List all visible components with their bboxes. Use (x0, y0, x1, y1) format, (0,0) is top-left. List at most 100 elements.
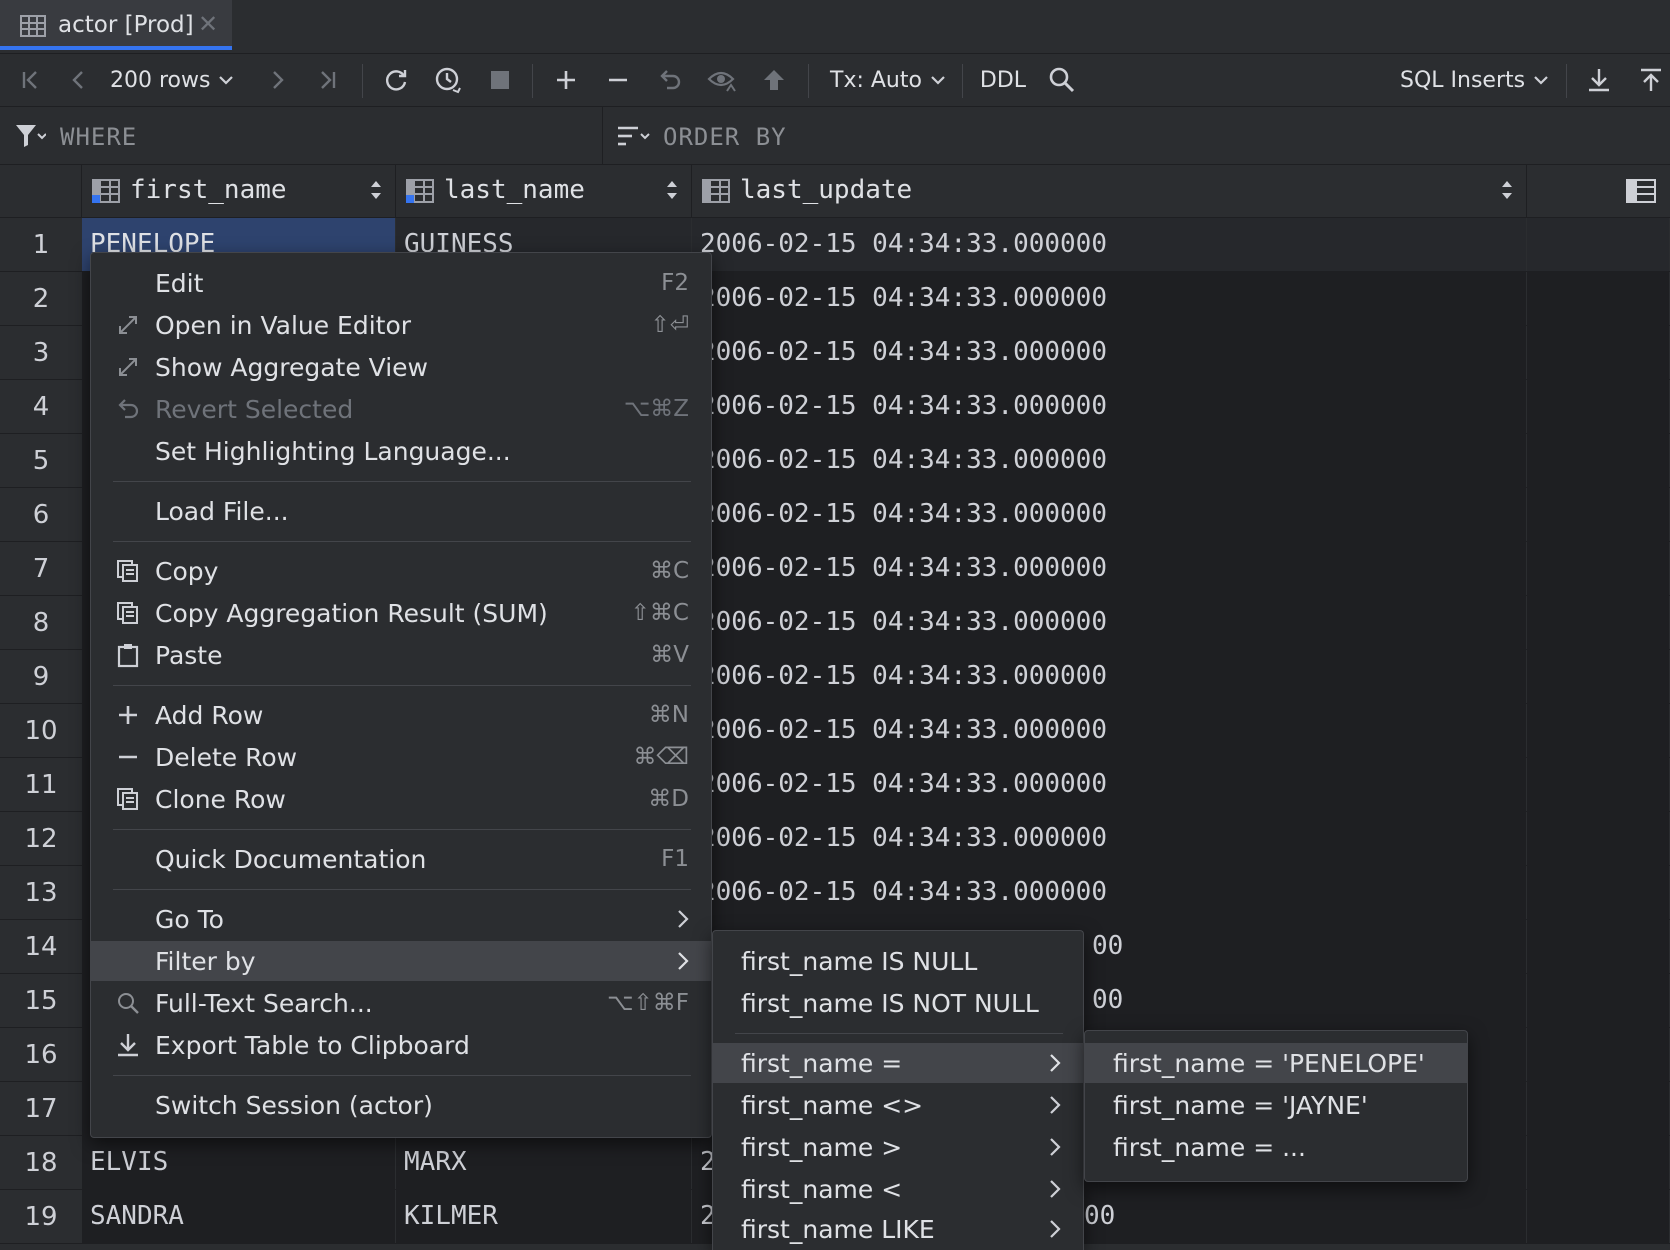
cell-last-update[interactable]: 2006-02-15 04:34:33.000000 (692, 650, 1527, 703)
filter-icon[interactable] (14, 123, 46, 149)
menu-item-quick-documentation[interactable]: Quick Documentation F1 (91, 839, 711, 879)
submenu-item-greater-than[interactable]: first_name > (713, 1127, 1083, 1167)
row-number: 10 (0, 704, 83, 757)
menu-item-label: Paste (155, 641, 223, 670)
stop-icon[interactable] (482, 54, 518, 106)
cell-last-update[interactable]: 2006-02-15 04:34:33.000000 (692, 434, 1527, 487)
cell-last-update[interactable]: 2006-02-15 04:34:33.000000 (692, 488, 1527, 541)
menu-item-add-row[interactable]: Add Row ⌘N (91, 695, 711, 735)
refresh-icon[interactable] (378, 54, 414, 106)
menu-item-delete-row[interactable]: Delete Row ⌘⌫ (91, 737, 711, 777)
submenu-item-less-than[interactable]: first_name < (713, 1169, 1083, 1209)
menu-item-label: Quick Documentation (155, 845, 427, 874)
last-page-icon[interactable] (310, 54, 344, 106)
row-number: 16 (0, 1028, 83, 1081)
menu-item-label: first_name = ... (1113, 1133, 1306, 1162)
cell-last-update[interactable]: 2006-02-15 04:34:33.000000 (692, 380, 1527, 433)
column-header-last-name[interactable]: last_name (396, 165, 692, 217)
submenu-item-like[interactable]: first_name LIKE (713, 1209, 1083, 1249)
menu-item-load-file[interactable]: Load File... (91, 491, 711, 531)
cell-last-update[interactable]: 2006-02-15 04:34:33.000000 (692, 542, 1527, 595)
first-page-icon[interactable] (14, 54, 48, 106)
search-icon[interactable] (1044, 54, 1080, 106)
order-by-input[interactable]: ORDER BY (663, 123, 787, 151)
submenu-item-is-not-null[interactable]: first_name IS NOT NULL (713, 983, 1083, 1023)
menu-item-edit[interactable]: Edit F2 (91, 263, 711, 303)
menu-item-filter-by[interactable]: Filter by (91, 941, 711, 981)
menu-separator (113, 889, 691, 890)
menu-item-go-to[interactable]: Go To (91, 899, 711, 939)
column-header-first-name[interactable]: first_name (82, 165, 396, 217)
copy-icon (117, 560, 138, 582)
menu-item-paste[interactable]: Paste ⌘V (91, 635, 711, 675)
row-number: 15 (0, 974, 83, 1027)
submenu-item-equals-custom[interactable]: first_name = ... (1085, 1127, 1467, 1167)
sort-toggle-icon[interactable] (1500, 177, 1514, 203)
cell-last-update[interactable]: 2006-02-15 04:34:33.000000 (692, 218, 1527, 271)
cell-last-update[interactable]: 2006-02-15 04:34:33.000000 (692, 758, 1527, 811)
cell-last-update[interactable]: 2006-02-15 04:34:33.000000 (692, 272, 1527, 325)
cell-empty (1527, 812, 1670, 865)
submenu-item-not-equals[interactable]: first_name <> (713, 1085, 1083, 1125)
editor-tab-bar: actor [Prod] ✕ (0, 0, 1670, 54)
row-number: 2 (0, 272, 83, 325)
sort-toggle-icon[interactable] (665, 177, 679, 203)
menu-item-open-in-value-editor[interactable]: Open in Value Editor ⇧⏎ (91, 305, 711, 345)
transaction-mode-dropdown[interactable]: Tx: Auto (830, 54, 946, 106)
previous-page-icon[interactable] (64, 54, 94, 106)
menu-item-copy[interactable]: Copy ⌘C (91, 551, 711, 591)
submenu-item-equals[interactable]: first_name = (713, 1043, 1083, 1083)
row-number: 6 (0, 488, 83, 541)
cell-last-update[interactable]: 2006-02-15 04:34:33.000000 (692, 812, 1527, 865)
menu-item-shortcut: ⌘⌫ (633, 744, 689, 770)
cell-last-update[interactable]: 2006-02-15 04:34:33.000000 (692, 596, 1527, 649)
upload-icon[interactable] (1634, 54, 1668, 106)
revert-icon[interactable] (652, 54, 688, 106)
cell-first-name[interactable]: ELVIS (82, 1136, 396, 1189)
row-number: 14 (0, 920, 83, 973)
add-row-icon[interactable] (548, 54, 584, 106)
submenu-item-is-null[interactable]: first_name IS NULL (713, 941, 1083, 981)
cell-empty (1527, 704, 1670, 757)
where-filter-input[interactable]: WHERE (60, 123, 137, 151)
layout-icon[interactable] (1626, 179, 1656, 203)
toolbar-separator (1566, 64, 1567, 98)
next-page-icon[interactable] (262, 54, 292, 106)
cell-empty (1527, 1082, 1670, 1135)
menu-item-set-highlighting-language[interactable]: Set Highlighting Language... (91, 431, 711, 471)
menu-separator (113, 481, 691, 482)
ddl-button[interactable]: DDL (978, 54, 1028, 106)
menu-item-label: Full-Text Search... (155, 989, 373, 1018)
tab-actor-prod[interactable]: actor [Prod] ✕ (0, 0, 232, 50)
menu-item-switch-session[interactable]: Switch Session (actor) (91, 1085, 711, 1125)
cell-last-update[interactable]: 2006-02-15 04:34:33.000000 (692, 866, 1527, 919)
delete-row-icon[interactable] (600, 54, 636, 106)
menu-item-export-table-to-clipboard[interactable]: Export Table to Clipboard (91, 1025, 711, 1065)
submenu-item-equals-jayne[interactable]: first_name = 'JAYNE' (1085, 1085, 1467, 1125)
sort-toggle-icon[interactable] (369, 177, 383, 203)
cell-last-name[interactable]: KILMER (396, 1190, 692, 1243)
menu-item-label: first_name = 'PENELOPE' (1113, 1049, 1425, 1078)
menu-item-clone-row[interactable]: Clone Row ⌘D (91, 779, 711, 819)
download-icon[interactable] (1582, 54, 1616, 106)
sort-icon[interactable] (616, 125, 650, 147)
close-icon[interactable]: ✕ (198, 10, 218, 38)
column-header-last-update[interactable]: last_update (692, 165, 1527, 217)
menu-item-copy-aggregation-result[interactable]: Copy Aggregation Result (SUM) ⇧⌘C (91, 593, 711, 633)
cell-last-update[interactable]: 2006-02-15 04:34:33.000000 (692, 704, 1527, 757)
row-number: 12 (0, 812, 83, 865)
cell-first-name[interactable]: SANDRA (82, 1190, 396, 1243)
preview-changes-icon[interactable] (704, 54, 740, 106)
page-size-dropdown[interactable]: 200 rows (110, 54, 244, 106)
menu-item-full-text-search[interactable]: Full-Text Search... ⌥⇧⌘F (91, 983, 711, 1023)
cell-last-name[interactable]: MARX (396, 1136, 692, 1189)
menu-item-label: Export Table to Clipboard (155, 1031, 470, 1060)
submenu-item-equals-penelope[interactable]: first_name = 'PENELOPE' (1085, 1043, 1467, 1083)
menu-item-show-aggregate-view[interactable]: Show Aggregate View (91, 347, 711, 387)
submit-icon[interactable] (756, 54, 792, 106)
history-icon[interactable] (430, 54, 466, 106)
cell-last-update[interactable]: 2006-02-15 04:34:33.000000 (692, 326, 1527, 379)
column-icon (702, 179, 730, 203)
export-format-dropdown[interactable]: SQL Inserts (1400, 54, 1550, 106)
chevron-right-icon (678, 910, 689, 928)
